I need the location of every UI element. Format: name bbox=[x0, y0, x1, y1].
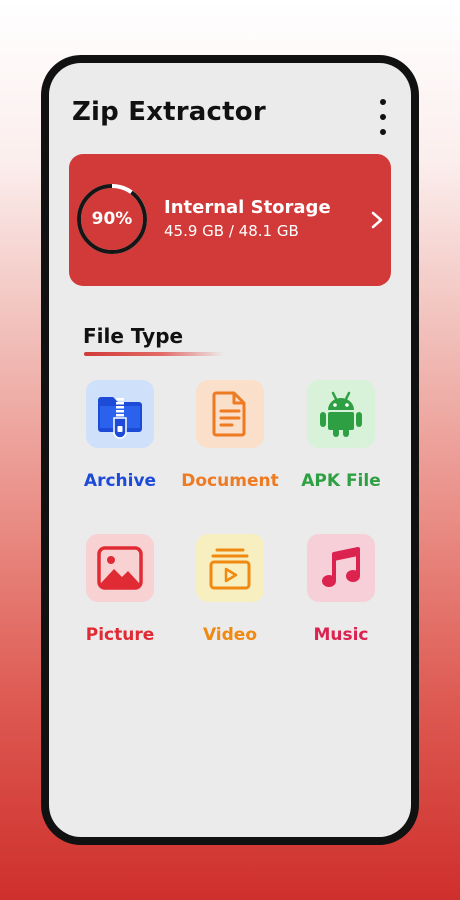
file-type-archive[interactable]: Archive bbox=[65, 380, 175, 491]
storage-percent: 90% bbox=[91, 209, 133, 229]
apk-tile bbox=[307, 380, 375, 448]
file-type-picture[interactable]: Picture bbox=[65, 534, 175, 645]
video-tile bbox=[196, 534, 264, 602]
archive-label: Archive bbox=[83, 471, 157, 491]
android-icon bbox=[320, 391, 362, 437]
app-screen: Zip Extractor 90% Internal Storage 45.9 … bbox=[49, 63, 411, 837]
phone-frame: Zip Extractor 90% Internal Storage 45.9 … bbox=[41, 55, 419, 845]
video-label: Video bbox=[202, 625, 258, 645]
document-icon bbox=[212, 391, 246, 437]
chevron-right-icon bbox=[371, 211, 383, 229]
internal-storage-card[interactable]: 90% Internal Storage 45.9 GB / 48.1 GB bbox=[69, 154, 391, 286]
music-tile bbox=[307, 534, 375, 602]
picture-label: Picture bbox=[85, 625, 155, 645]
document-label: Document bbox=[181, 471, 279, 491]
file-type-music[interactable]: Music bbox=[286, 534, 396, 645]
picture-tile bbox=[86, 534, 154, 602]
music-icon bbox=[322, 547, 360, 587]
picture-icon bbox=[97, 546, 143, 590]
video-icon bbox=[209, 548, 251, 590]
archive-tile bbox=[86, 380, 154, 448]
storage-title: Internal Storage bbox=[164, 197, 331, 218]
storage-usage: 45.9 GB / 48.1 GB bbox=[164, 222, 299, 240]
section-underline bbox=[84, 352, 224, 356]
folder-zip-icon bbox=[98, 397, 142, 439]
file-type-apk[interactable]: APK File bbox=[286, 380, 396, 491]
document-tile bbox=[196, 380, 264, 448]
music-label: Music bbox=[313, 625, 369, 645]
section-heading: File Type bbox=[83, 324, 184, 348]
more-options-icon[interactable] bbox=[375, 99, 391, 135]
file-type-video[interactable]: Video bbox=[175, 534, 285, 645]
apk-label: APK File bbox=[301, 471, 381, 491]
app-title: Zip Extractor bbox=[72, 97, 266, 127]
file-type-document[interactable]: Document bbox=[175, 380, 285, 491]
